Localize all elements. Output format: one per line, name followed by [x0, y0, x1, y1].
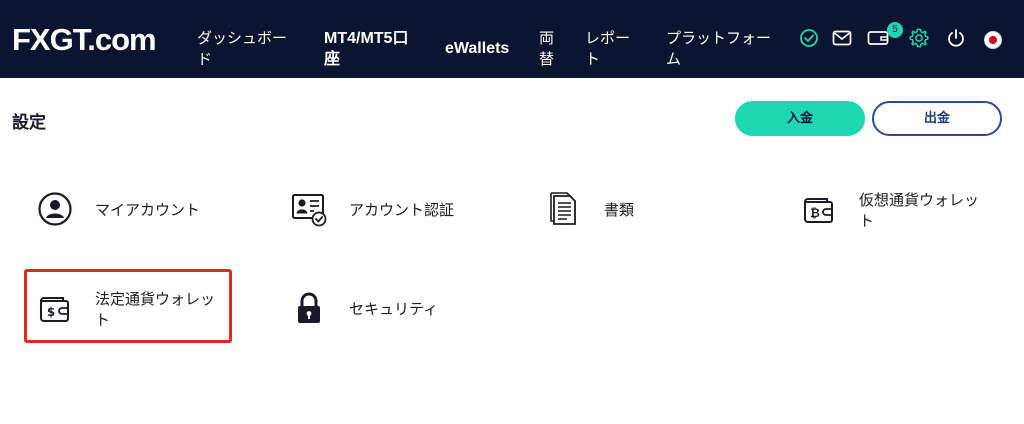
crypto-wallet-icon: ₿	[800, 190, 838, 228]
mail-icon[interactable]	[830, 26, 854, 50]
nav-platforms[interactable]: プラットフォーム	[666, 28, 781, 70]
page-title: 設定	[12, 113, 46, 133]
fiat-wallet-icon: $	[36, 289, 74, 327]
verified-check-icon[interactable]	[797, 26, 821, 50]
user-profile-icon	[36, 190, 74, 228]
menu-item-account-verification[interactable]: アカウント認証	[290, 190, 490, 232]
menu-item-my-account[interactable]: マイアカウント	[36, 190, 236, 232]
menu-item-documents[interactable]: 書類	[545, 190, 705, 232]
fxgt-logo[interactable]: FXGT.com	[12, 22, 157, 58]
menu-label-account-verification: アカウント認証	[349, 201, 455, 219]
menu-label-security: セキュリティ	[349, 300, 439, 318]
nav-mt4-mt5-accounts[interactable]: MT4/MT5口座	[324, 28, 419, 70]
svg-text:$: $	[47, 305, 55, 319]
menu-item-crypto-wallet[interactable]: ₿ 仮想通貨ウォレット	[800, 190, 1000, 232]
id-card-verified-icon	[290, 190, 328, 228]
language-flag-icon[interactable]	[984, 31, 1002, 49]
notification-count-badge: 5	[887, 22, 903, 38]
lock-icon	[290, 289, 328, 327]
menu-label-fiat-wallet: 法定通貨ウォレット	[95, 290, 216, 329]
documents-icon	[545, 190, 583, 228]
menu-item-security[interactable]: セキュリティ	[290, 289, 490, 331]
menu-item-fiat-wallet[interactable]: $ 法定通貨ウォレット	[36, 289, 226, 331]
top-navigation-bar: FXGT.com ダッシュボード MT4/MT5口座 eWallets 両替 レ…	[0, 0, 1024, 78]
nav-ewallets[interactable]: eWallets	[445, 38, 509, 59]
nav-exchange[interactable]: 両替	[539, 28, 557, 70]
power-icon[interactable]	[944, 26, 968, 50]
svg-text:₿: ₿	[810, 206, 820, 220]
deposit-button[interactable]: 入金	[735, 101, 865, 136]
menu-label-crypto-wallet: 仮想通貨ウォレット	[859, 191, 980, 230]
menu-label-my-account: マイアカウント	[95, 201, 201, 219]
nav-reports[interactable]: レポート	[585, 28, 635, 70]
nav-dashboard[interactable]: ダッシュボード	[197, 28, 297, 70]
menu-label-documents: 書類	[604, 201, 635, 219]
gear-icon[interactable]	[907, 26, 931, 50]
withdraw-button[interactable]: 出金	[872, 101, 1002, 136]
